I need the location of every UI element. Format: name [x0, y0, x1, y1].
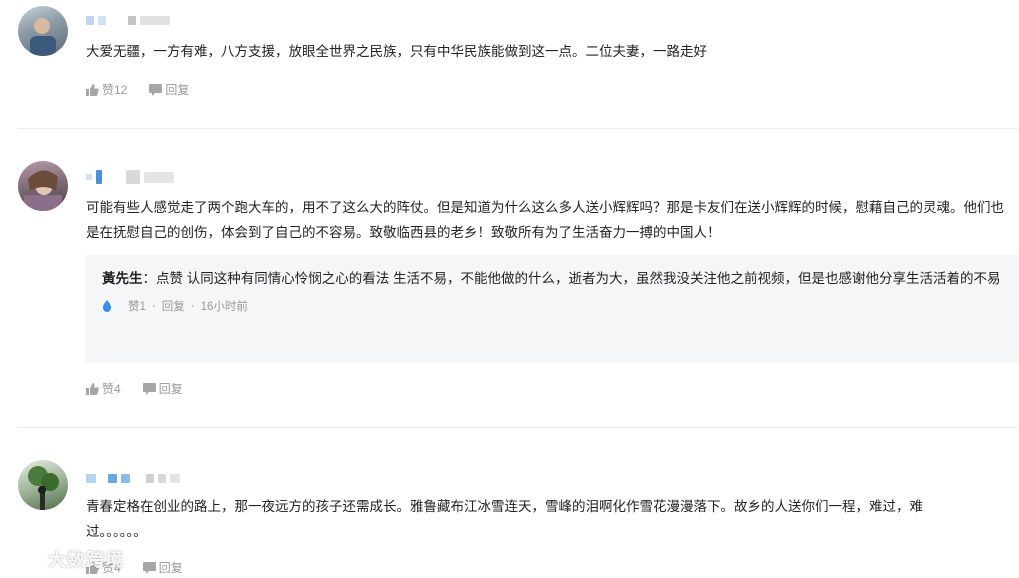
comment-bubble-icon [142, 561, 156, 574]
thumbs-up-icon [86, 382, 99, 395]
like-count: 赞12 [102, 83, 128, 97]
reply-separator: ： [142, 271, 157, 286]
username-blurred[interactable] [86, 472, 180, 484]
reply-button[interactable]: 回复 [142, 380, 183, 397]
reply-author[interactable]: 黃先生 [102, 271, 143, 286]
meta-dot: · [190, 300, 195, 312]
reply-meta: 赞1 · 回复 · 16小时前 [102, 298, 1004, 314]
reply-label: 回复 [165, 83, 190, 97]
water-drop-icon [102, 300, 112, 312]
comment-text: 大爱无疆，一方有难，八方支援，放眼全世界之民族，只有中华民族能做到这一点。二位夫… [86, 44, 707, 59]
watermark-text: 大数跨境 [48, 550, 124, 570]
watermark: 大数跨境 [8, 546, 124, 572]
comment-bubble-icon [149, 83, 163, 96]
username-blurred[interactable] [86, 170, 174, 184]
reply-label: 回复 [158, 382, 183, 396]
avatar[interactable] [18, 161, 68, 211]
thumbs-up-icon [86, 83, 99, 96]
avatar[interactable] [18, 6, 68, 56]
reply-time: 16小时前 [200, 301, 248, 313]
like-count: 赞4 [102, 382, 121, 396]
reply-text: 点赞 认同这种有同情心怜悯之心的看法 生活不易，不能他做的什么，逝者为大，虽然我… [156, 271, 1001, 286]
avatar[interactable] [18, 460, 68, 510]
like-button[interactable]: 赞12 [86, 81, 127, 98]
reply-box: 黃先生：点赞 认同这种有同情心怜悯之心的看法 生活不易，不能他做的什么，逝者为大… [86, 255, 1018, 363]
reply-button[interactable]: 回复 [149, 81, 189, 98]
reply-like-count[interactable]: 赞1 [128, 298, 146, 314]
watermark-logo-icon [8, 550, 41, 568]
comment-text: 青春定格在创业的路上，那一夜远方的孩子还需成长。雅鲁藏布江冰雪连天，雪峰的泪啊化… [86, 499, 923, 539]
comment-bubble-icon [142, 382, 156, 395]
reply-label: 回复 [158, 561, 183, 575]
divider [18, 427, 1018, 428]
divider [18, 128, 1018, 129]
reply-content: 黃先生：点赞 认同这种有同情心怜悯之心的看法 生活不易，不能他做的什么，逝者为大… [102, 267, 1004, 290]
reply-button[interactable]: 回复 [142, 559, 183, 576]
reply-reply-link[interactable]: 回复 [162, 298, 185, 314]
like-button[interactable]: 赞4 [86, 380, 121, 397]
comment-text: 可能有些人感觉走了两个跑大车的，用不了这么大的阵仗。但是知道为什么这么多人送小辉… [86, 200, 1004, 240]
meta-dot: · [151, 300, 156, 312]
username-blurred[interactable] [86, 14, 170, 26]
